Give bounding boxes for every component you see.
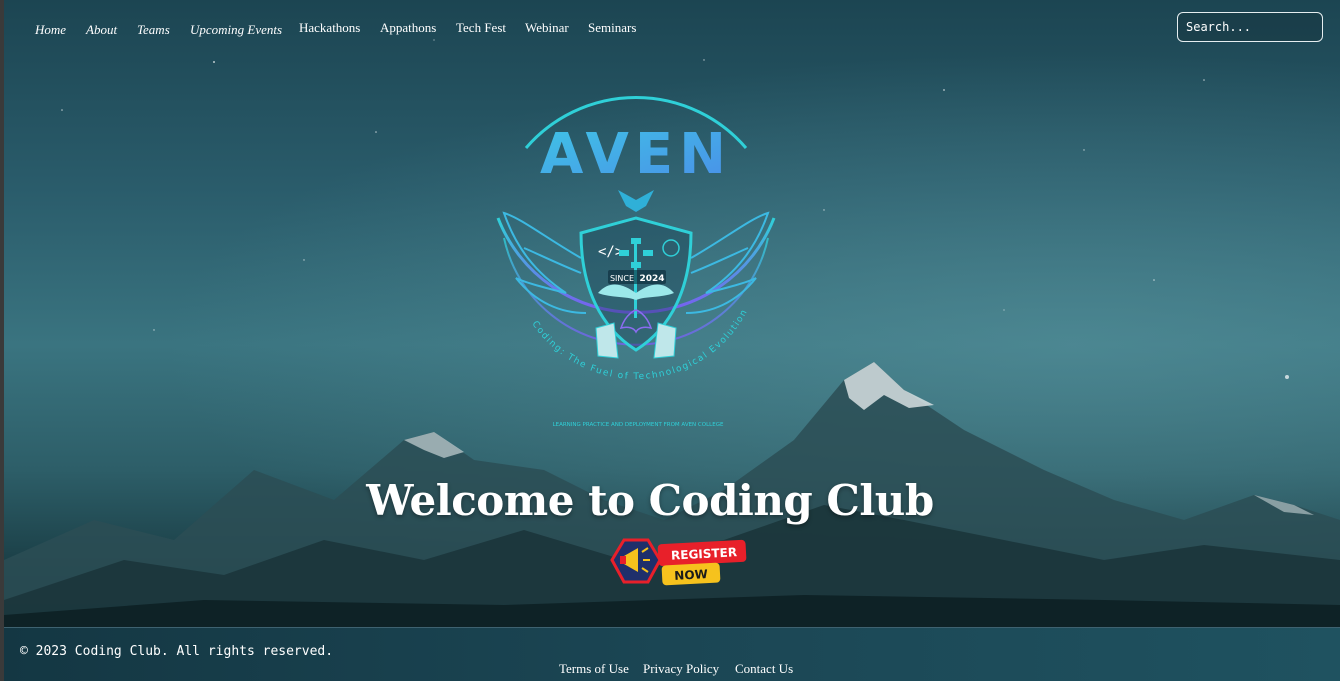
footer-link-terms[interactable]: Terms of Use <box>559 661 629 677</box>
hero-title: Welcome to Coding Club <box>366 476 934 526</box>
nav-seminars[interactable]: Seminars <box>588 20 636 36</box>
hero-section: Home About Teams Upcoming Events Hackath… <box>4 0 1340 627</box>
nav-teams[interactable]: Teams <box>137 22 170 38</box>
logo-wordmark: AVEN <box>540 122 732 187</box>
footer-link-contact[interactable]: Contact Us <box>735 661 793 677</box>
flag-right-icon <box>653 322 677 359</box>
logo-since: SINCE <box>610 274 634 283</box>
footer-link-privacy[interactable]: Privacy Policy <box>643 661 719 677</box>
logo-year: 2024 <box>639 274 664 284</box>
search-input[interactable] <box>1177 12 1323 42</box>
nav-hackathons[interactable]: Hackathons <box>299 20 360 36</box>
top-navigation: Home About Teams Upcoming Events Hackath… <box>4 0 1340 56</box>
megaphone-icon <box>610 538 662 584</box>
nav-about[interactable]: About <box>86 22 117 38</box>
register-line2: NOW <box>674 567 708 583</box>
aven-club-logo: AVEN </> SINCE 2024 Coding: The Fuel of … <box>496 96 776 428</box>
register-now-button[interactable]: REGISTER NOW <box>608 536 750 588</box>
eagle-icon <box>618 190 654 212</box>
footer: © 2023 Coding Club. All rights reserved.… <box>4 627 1340 681</box>
nav-home[interactable]: Home <box>35 22 66 38</box>
flag-left-icon <box>595 322 619 359</box>
nav-webinar[interactable]: Webinar <box>525 20 569 36</box>
nav-appathons[interactable]: Appathons <box>380 20 436 36</box>
logo-subline: LEARNING PRACTICE AND DEPLOYMENT FROM AV… <box>553 422 724 428</box>
nav-upcoming-events[interactable]: Upcoming Events <box>190 22 282 38</box>
page-edge <box>0 0 4 681</box>
copyright-text: © 2023 Coding Club. All rights reserved. <box>20 644 334 659</box>
nav-tech-fest[interactable]: Tech Fest <box>456 20 506 36</box>
